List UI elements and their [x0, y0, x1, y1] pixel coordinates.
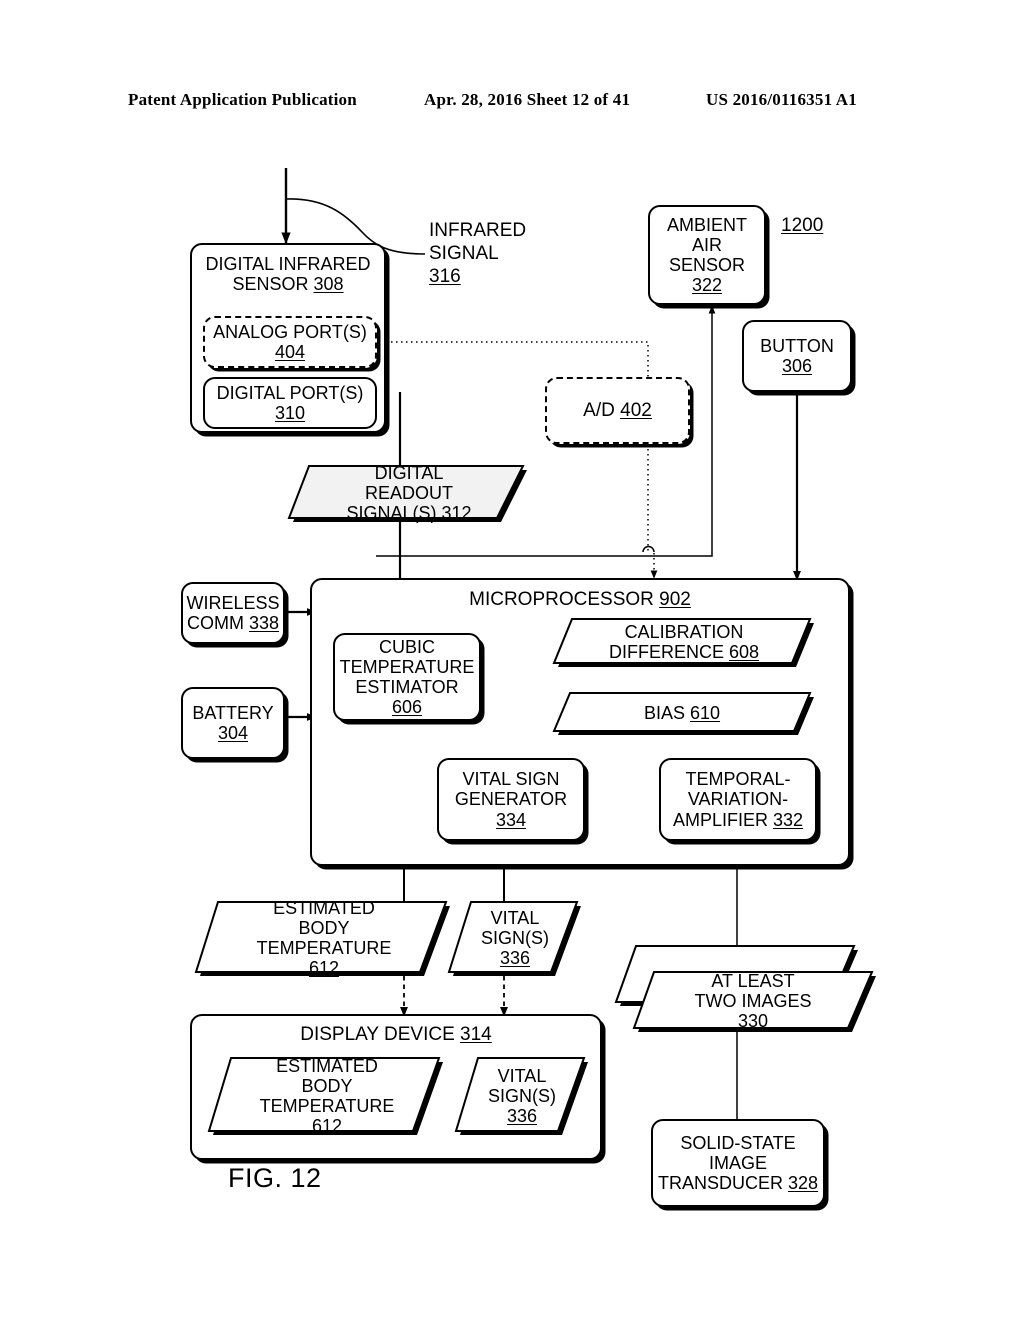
tva-ref: 332: [773, 809, 804, 830]
wireless-comm-box[interactable]: WIRELESS COMM 338: [181, 582, 285, 644]
calibration-difference-ref: 608: [728, 642, 760, 662]
display-device-ref: 314: [460, 1024, 492, 1045]
calibration-difference-line2: DIFFERENCE: [608, 642, 724, 662]
display-device-label: DISPLAY DEVICE: [300, 1024, 455, 1045]
display-vs-line2: SIGN(S): [487, 1085, 556, 1106]
ambient-air-sensor-line1: AMBIENT: [666, 214, 747, 235]
digital-infrared-sensor-label: DIGITAL INFRARED: [205, 254, 371, 274]
bias-ref: 610: [690, 702, 721, 723]
infrared-signal-line1: INFRARED: [429, 220, 527, 241]
ambient-air-sensor-ref: 322: [691, 275, 723, 296]
battery-box[interactable]: BATTERY 304: [181, 687, 285, 759]
microprocessor-label: MICROPROCESSOR: [469, 589, 654, 610]
transducer-line1: SOLID-STATE: [680, 1132, 796, 1153]
display-ebt-line1: ESTIMATED: [276, 1055, 378, 1076]
display-estimated-body-temperature-shape[interactable]: ESTIMATED BODY TEMPERATURE 612: [203, 1053, 445, 1139]
bias-label: BIAS: [643, 702, 685, 723]
ambient-air-sensor-box[interactable]: AMBIENT AIR SENSOR 322: [648, 205, 766, 305]
wireless-comm-ref: 338: [248, 613, 280, 633]
vital-sign-generator-box[interactable]: VITAL SIGN GENERATOR 334: [437, 758, 585, 841]
ebt-ref: 612: [308, 958, 340, 979]
wireless-comm-line2: COMM: [186, 613, 244, 633]
vital-signs-shape[interactable]: VITAL SIGN(S) 336: [443, 896, 583, 980]
button-label: BUTTON: [760, 335, 834, 356]
solid-state-image-transducer-box[interactable]: SOLID-STATE IMAGE TRANSDUCER 328: [651, 1119, 825, 1207]
button-box[interactable]: BUTTON 306: [742, 320, 852, 392]
patent-figure-sheet: Patent Application Publication Apr. 28, …: [0, 0, 1024, 1320]
display-vital-signs-shape[interactable]: VITAL SIGN(S) 336: [450, 1053, 590, 1139]
vital-signs-line2: SIGN(S): [480, 927, 549, 948]
transducer-ref: 328: [787, 1173, 819, 1194]
analog-ports-box[interactable]: ANALOG PORT(S) 404: [203, 316, 377, 368]
cubic-estimator-line3: ESTIMATOR: [355, 677, 459, 697]
images-line2: TWO IMAGES: [694, 990, 812, 1011]
cubic-estimator-line1: CUBIC: [378, 636, 435, 657]
images-line1: AT LEAST: [711, 970, 795, 991]
vital-signs-line1: VITAL: [490, 907, 540, 928]
digital-ports-label: DIGITAL PORT(S): [216, 382, 364, 403]
ebt-line2: BODY: [298, 917, 350, 938]
digital-ports-ref: 310: [274, 403, 306, 423]
estimated-body-temperature-shape[interactable]: ESTIMATED BODY TEMPERATURE 612: [190, 896, 452, 980]
transducer-line3: TRANSDUCER: [657, 1173, 783, 1194]
cubic-estimator-line2: TEMPERATURE: [339, 656, 475, 677]
digital-readout-line3: SIGNAL(S): [346, 503, 437, 524]
display-vs-ref: 336: [506, 1106, 538, 1127]
cubic-temperature-estimator-box[interactable]: CUBIC TEMPERATURE ESTIMATOR 606: [333, 633, 481, 721]
ebt-line3: TEMPERATURE: [256, 938, 392, 958]
vital-sign-generator-line2: GENERATOR: [454, 789, 568, 810]
analog-ports-label: ANALOG PORT(S): [213, 321, 367, 342]
analog-ports-ref: 404: [274, 342, 306, 362]
display-ebt-ref: 612: [311, 1116, 343, 1137]
digital-readout-line2: READOUT: [364, 482, 453, 503]
ad-converter-box[interactable]: A/D 402: [545, 377, 690, 444]
digital-readout-line1: DIGITAL: [374, 462, 444, 483]
digital-readout-ref: 312: [441, 503, 472, 524]
ambient-air-sensor-line2: AIR: [691, 234, 722, 255]
digital-infrared-sensor-ref: 308: [313, 274, 344, 295]
digital-readout-signal-shape: DIGITAL READOUT SIGNAL(S) 312: [283, 460, 529, 526]
battery-ref: 304: [217, 723, 249, 743]
tva-line1: TEMPORAL-: [685, 769, 791, 790]
cubic-estimator-ref: 606: [391, 697, 423, 718]
infrared-signal-line2: SIGNAL: [429, 243, 499, 265]
tva-line2: VARIATION-: [687, 789, 789, 810]
vital-sign-generator-line1: VITAL SIGN: [462, 769, 560, 790]
ambient-air-sensor-line3: SENSOR: [668, 255, 745, 275]
display-ebt-line2: BODY: [301, 1075, 353, 1096]
display-ebt-line3: TEMPERATURE: [259, 1096, 395, 1116]
infrared-signal-ref: 316: [429, 266, 461, 288]
bias-shape[interactable]: BIAS 610: [548, 688, 816, 738]
figure-system-ref: 1200: [781, 215, 824, 236]
button-ref: 306: [781, 356, 813, 376]
digital-ports-box[interactable]: DIGITAL PORT(S) 310: [203, 377, 377, 429]
infrared-signal-label: INFRARED SIGNAL 316: [429, 219, 526, 289]
ebt-line1: ESTIMATED: [273, 897, 375, 918]
vital-signs-ref: 336: [499, 948, 531, 969]
microprocessor-ref: 902: [659, 589, 691, 610]
wire-analog-to-ad: [386, 341, 649, 377]
vital-sign-generator-ref: 334: [495, 809, 527, 830]
display-vs-line1: VITAL: [497, 1065, 547, 1086]
ad-converter-ref: 402: [620, 399, 652, 421]
images-ref: 330: [737, 1011, 769, 1032]
calibration-difference-line1: CALIBRATION: [624, 621, 744, 642]
temporal-variation-amplifier-box[interactable]: TEMPORAL- VARIATION- AMPLIFIER 332: [659, 758, 817, 841]
transducer-line2: IMAGE: [708, 1152, 767, 1173]
battery-label: BATTERY: [192, 702, 274, 723]
tva-line3: AMPLIFIER: [672, 809, 768, 830]
digital-infrared-sensor-label2: SENSOR: [232, 274, 309, 295]
at-least-two-images-shape[interactable]: AT LEAST TWO IMAGES 330: [628, 966, 878, 1036]
ad-converter-label: A/D: [583, 399, 615, 421]
wireless-comm-line1: WIRELESS: [186, 592, 280, 613]
calibration-difference-shape[interactable]: CALIBRATION DIFFERENCE 608: [548, 614, 816, 670]
